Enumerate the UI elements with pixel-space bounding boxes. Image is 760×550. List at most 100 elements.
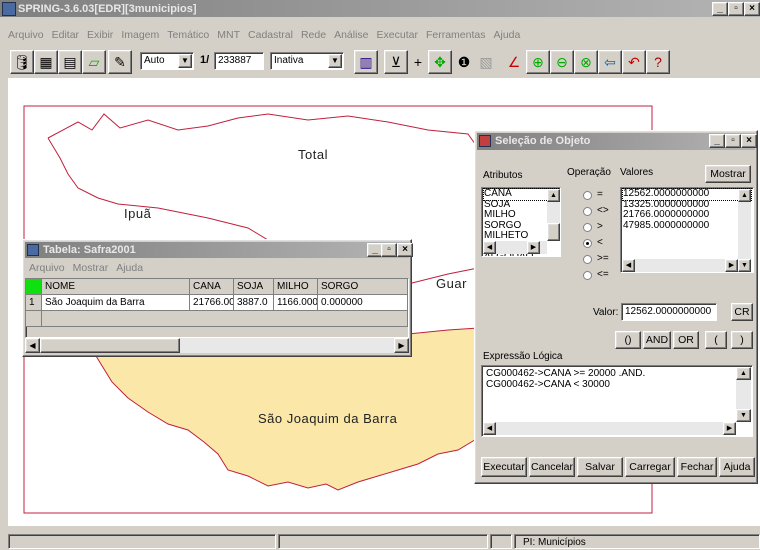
- menu-item-mnt[interactable]: MNT: [217, 29, 240, 41]
- scroll-right-arrow[interactable]: ▶: [725, 259, 738, 272]
- scroll-left-arrow[interactable]: ◀: [483, 422, 496, 435]
- selection-close-button[interactable]: ×: [741, 134, 757, 148]
- operation-radio[interactable]: [583, 207, 592, 216]
- selection-maximize-button[interactable]: ▫: [725, 134, 741, 148]
- zoom-out-icon[interactable]: ⊖: [550, 50, 574, 74]
- cr-button[interactable]: CR: [731, 303, 753, 321]
- operation-radio[interactable]: [583, 255, 592, 264]
- column-header-soja[interactable]: SOJA: [234, 279, 274, 295]
- scroll-down-arrow[interactable]: ▼: [736, 409, 751, 422]
- close-paren-button[interactable]: ): [731, 331, 753, 349]
- table-h-scrollbar[interactable]: ◀ ▶: [25, 338, 409, 353]
- load-button[interactable]: Carregar: [625, 457, 675, 477]
- help-button[interactable]: Ajuda: [719, 457, 755, 477]
- and-button[interactable]: AND: [643, 331, 671, 349]
- undo-icon[interactable]: ↶: [622, 50, 646, 74]
- column-header-cana[interactable]: CANA: [190, 279, 234, 295]
- scroll-up-arrow[interactable]: ▲: [738, 189, 751, 202]
- help-icon[interactable]: ?: [646, 50, 670, 74]
- menu-item-arquivo[interactable]: Arquivo: [8, 29, 44, 41]
- save-button[interactable]: Salvar: [577, 457, 623, 477]
- pan-icon[interactable]: ✥: [428, 50, 452, 74]
- menu-item-editar[interactable]: Editar: [52, 29, 79, 41]
- show-button[interactable]: Mostrar: [705, 165, 751, 183]
- layers-icon[interactable]: ▤: [58, 50, 82, 74]
- line-icon[interactable]: ∠: [502, 50, 526, 74]
- column-header-sorgo[interactable]: SORGO: [318, 279, 408, 295]
- or-button[interactable]: OR: [673, 331, 699, 349]
- cancel-button[interactable]: Cancelar: [529, 457, 575, 477]
- project-icon[interactable]: ▦: [34, 50, 58, 74]
- value-item[interactable]: 12562.0000000000: [622, 188, 752, 201]
- operation-radio[interactable]: [583, 239, 592, 248]
- values-v-scrollbar[interactable]: ▲ ▼: [738, 189, 751, 272]
- table-menu-item-mostrar[interactable]: Mostrar: [73, 262, 109, 274]
- attributes-h-scrollbar[interactable]: ◀ ▶: [483, 241, 547, 254]
- grid-icon[interactable]: ▥: [354, 50, 378, 74]
- value-item[interactable]: 47985.0000000000: [623, 220, 751, 232]
- maximize-button[interactable]: ▫: [728, 2, 744, 16]
- close-dialog-button[interactable]: Fechar: [677, 457, 717, 477]
- column-header-milho[interactable]: MILHO: [274, 279, 318, 295]
- table-menu-item-ajuda[interactable]: Ajuda: [116, 262, 143, 274]
- scroll-up-arrow[interactable]: ▲: [736, 367, 751, 380]
- selection-minimize-button[interactable]: _: [709, 134, 725, 148]
- table-cell-cana[interactable]: 21766.00: [190, 295, 234, 311]
- view-icon[interactable]: ⊻: [384, 50, 408, 74]
- value-input[interactable]: 12562.0000000000: [621, 303, 717, 321]
- operation-radio[interactable]: [583, 191, 592, 200]
- zoom-select[interactable]: Auto ▼: [140, 52, 194, 70]
- table-cell-soja[interactable]: 3887.0: [234, 295, 274, 311]
- attributes-v-scrollbar[interactable]: ▲: [547, 189, 560, 241]
- menu-item-imagem[interactable]: Imagem: [121, 29, 159, 41]
- scroll-left-arrow[interactable]: ◀: [25, 338, 40, 353]
- table-close-button[interactable]: ×: [397, 243, 413, 257]
- expression-v-scrollbar[interactable]: ▲ ▼: [736, 367, 751, 422]
- column-header-nome[interactable]: NOME: [42, 279, 190, 295]
- expression-h-scrollbar[interactable]: ◀ ▶: [483, 422, 736, 435]
- scale-input[interactable]: 233887: [214, 52, 264, 70]
- close-button[interactable]: ×: [744, 2, 760, 16]
- menu-item-executar[interactable]: Executar: [377, 29, 418, 41]
- table-cell-sorgo[interactable]: 0.000000: [318, 295, 408, 311]
- table-menu-item-arquivo[interactable]: Arquivo: [29, 262, 65, 274]
- info-icon[interactable]: ❶: [452, 50, 476, 74]
- menu-item-analise[interactable]: Análise: [334, 29, 368, 41]
- scroll-right-arrow[interactable]: ▶: [723, 422, 736, 435]
- menu-item-tematico[interactable]: Temático: [167, 29, 209, 41]
- eraser-icon[interactable]: ▱: [82, 50, 106, 74]
- operation-radio[interactable]: [583, 223, 592, 232]
- scroll-up-arrow[interactable]: ▲: [547, 189, 560, 202]
- execute-button[interactable]: Executar: [481, 457, 527, 477]
- menu-item-exibir[interactable]: Exibir: [87, 29, 113, 41]
- scroll-left-arrow[interactable]: ◀: [483, 241, 496, 254]
- scroll-left-arrow[interactable]: ◀: [622, 259, 635, 272]
- open-paren-button[interactable]: (: [705, 331, 727, 349]
- parens-button[interactable]: (): [615, 331, 641, 349]
- value-item[interactable]: 21766.0000000000: [623, 209, 751, 221]
- menu-item-rede[interactable]: Rede: [301, 29, 326, 41]
- table-cell-milho[interactable]: 1166.000: [274, 295, 318, 311]
- scroll-thumb[interactable]: [547, 223, 560, 241]
- minimize-button[interactable]: _: [712, 2, 728, 16]
- row-number[interactable]: 1: [26, 295, 42, 311]
- table-cell-nome[interactable]: São Joaquim da Barra: [42, 295, 190, 311]
- draw-icon[interactable]: ✎: [108, 50, 132, 74]
- mode-select[interactable]: Inativa ▼: [270, 52, 344, 70]
- scroll-thumb[interactable]: [40, 338, 180, 353]
- scroll-right-arrow[interactable]: ▶: [527, 241, 540, 254]
- values-h-scrollbar[interactable]: ◀ ▶: [622, 259, 738, 272]
- menu-item-ferramentas[interactable]: Ferramentas: [426, 29, 486, 41]
- scroll-down-arrow[interactable]: ▼: [738, 259, 751, 272]
- table-maximize-button[interactable]: ▫: [381, 243, 397, 257]
- zoom-area-icon[interactable]: ⊗: [574, 50, 598, 74]
- menu-item-cadastral[interactable]: Cadastral: [248, 29, 293, 41]
- scroll-right-arrow[interactable]: ▶: [394, 338, 409, 353]
- menu-item-ajuda[interactable]: Ajuda: [494, 29, 521, 41]
- select-icon[interactable]: ▧: [474, 50, 498, 74]
- back-icon[interactable]: ⇦: [598, 50, 622, 74]
- zoom-in-icon[interactable]: ⊕: [526, 50, 550, 74]
- operation-radio[interactable]: [583, 271, 592, 280]
- database-icon[interactable]: 🛢: [10, 50, 34, 74]
- crosshair-icon[interactable]: +: [406, 50, 430, 74]
